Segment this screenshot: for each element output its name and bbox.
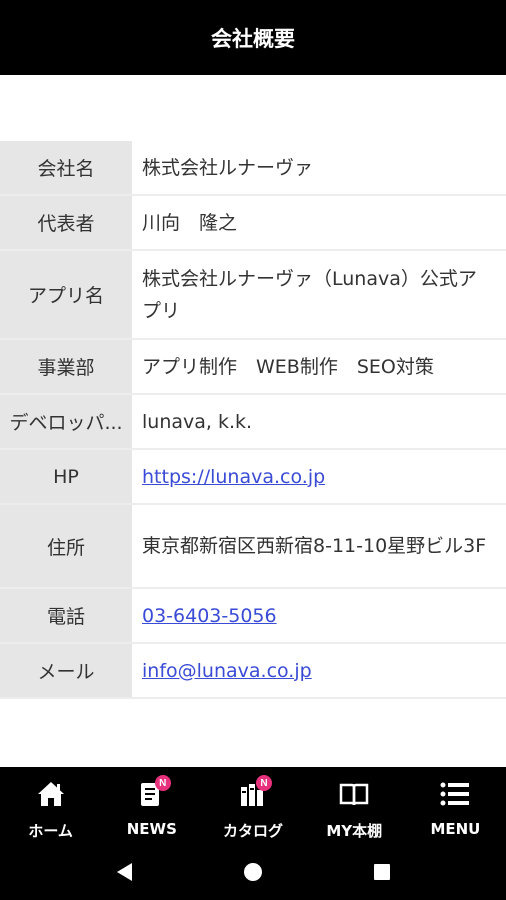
row-value: 株式会社ルナーヴァ（Lunava）公式アプリ	[132, 251, 506, 338]
tab-label: カタログ	[223, 822, 284, 840]
row-label: HP	[0, 450, 132, 503]
table-row: アプリ名 株式会社ルナーヴァ（Lunava）公式アプリ	[0, 251, 506, 340]
page-header: 会社概要	[0, 0, 506, 75]
row-value: 株式会社ルナーヴァ	[132, 141, 506, 194]
phone-link[interactable]: 03-6403-5056	[142, 600, 277, 632]
tab-home[interactable]: ホーム	[0, 767, 101, 847]
email-link[interactable]: info@lunava.co.jp	[142, 655, 312, 687]
tab-news[interactable]: N NEWS	[101, 767, 202, 847]
row-label: 住所	[0, 505, 132, 587]
row-value: 東京都新宿区西新宿8-11-10星野ビル3F	[132, 505, 506, 587]
row-label: 事業部	[0, 340, 132, 393]
company-info-table: 会社名 株式会社ルナーヴァ 代表者 川向 隆之 アプリ名 株式会社ルナーヴァ（L…	[0, 141, 506, 699]
homepage-link[interactable]: https://lunava.co.jp	[142, 461, 325, 493]
home-circle-icon[interactable]	[242, 861, 264, 887]
table-row: 電話 03-6403-5056	[0, 589, 506, 644]
bottom-tab-bar: ホーム N NEWS N カタログ MY本棚 MENU	[0, 767, 506, 847]
menu-icon	[438, 777, 472, 811]
row-value: lunava, k.k.	[132, 395, 506, 448]
table-row: 代表者 川向 隆之	[0, 196, 506, 251]
page-title: 会社概要	[211, 26, 295, 51]
system-navigation-bar	[0, 847, 506, 900]
new-badge: N	[256, 775, 272, 791]
home-icon	[34, 777, 68, 811]
catalog-icon: N	[236, 775, 272, 811]
table-row: HP https://lunava.co.jp	[0, 450, 506, 505]
row-label: 代表者	[0, 196, 132, 249]
table-row: デベロッパ... lunava, k.k.	[0, 395, 506, 450]
table-row: 会社名 株式会社ルナーヴァ	[0, 141, 506, 196]
row-label: アプリ名	[0, 251, 132, 338]
row-value: https://lunava.co.jp	[132, 450, 506, 503]
table-row: メール info@lunava.co.jp	[0, 644, 506, 699]
row-value: info@lunava.co.jp	[132, 644, 506, 697]
table-row: 事業部 アプリ制作 WEB制作 SEO対策	[0, 340, 506, 395]
new-badge: N	[154, 775, 171, 791]
tab-label: ホーム	[28, 822, 73, 840]
table-row: 住所 東京都新宿区西新宿8-11-10星野ビル3F	[0, 505, 506, 589]
row-label: 電話	[0, 589, 132, 642]
tab-label: MENU	[430, 820, 481, 838]
tab-catalog[interactable]: N カタログ	[202, 767, 303, 847]
tab-menu[interactable]: MENU	[405, 767, 506, 847]
row-value: 03-6403-5056	[132, 589, 506, 642]
tab-my-bookshelf[interactable]: MY本棚	[304, 767, 405, 847]
row-label: 会社名	[0, 141, 132, 194]
tab-label: MY本棚	[326, 822, 383, 840]
row-label: メール	[0, 644, 132, 697]
row-value: アプリ制作 WEB制作 SEO対策	[132, 340, 506, 393]
row-label: デベロッパ...	[0, 395, 132, 448]
back-icon[interactable]	[114, 861, 134, 887]
news-icon: N	[135, 775, 171, 811]
book-icon	[337, 777, 371, 811]
recents-square-icon[interactable]	[372, 862, 392, 886]
row-value: 川向 隆之	[132, 196, 506, 249]
tab-label: NEWS	[126, 820, 177, 838]
